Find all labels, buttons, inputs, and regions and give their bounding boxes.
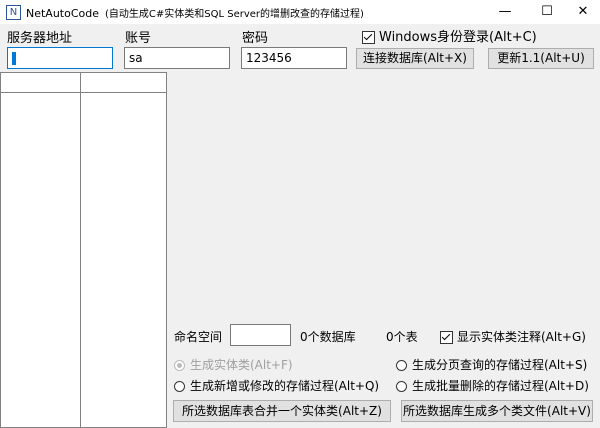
radio-batch-delete-circle-icon[interactable] (396, 381, 407, 392)
password-input[interactable]: 123456 (241, 47, 347, 69)
table-count: 0个表 (386, 330, 418, 344)
window-title-subtitle: (自动生成C#实体类和SQL Server的增删改查的存储过程) (105, 9, 364, 20)
radio-paging-label: 生成分页查询的存储过程(Alt+S) (412, 358, 588, 372)
connect-database-button[interactable]: 连接数据库(Alt+X) (356, 48, 474, 69)
close-button[interactable]: ✕ (566, 0, 600, 24)
merge-entity-button[interactable]: 所选数据库表合并一个实体类(Alt+Z) (173, 400, 391, 422)
radio-generate-entity[interactable]: 生成实体类(Alt+F) (174, 356, 293, 373)
table-list[interactable] (80, 72, 167, 428)
radio-paging-circle-icon[interactable] (396, 360, 407, 371)
app-icon: N (6, 5, 21, 20)
radio-insert-update-label: 生成新增或修改的存储过程(Alt+Q) (190, 379, 380, 393)
table-list-header[interactable] (81, 73, 166, 93)
server-label: 服务器地址 (7, 31, 73, 46)
multi-class-files-button[interactable]: 所选数据库生成多个类文件(Alt+V) (401, 400, 593, 422)
radio-batch-delete-label: 生成批量删除的存储过程(Alt+D) (412, 379, 589, 393)
windows-auth-checkbox[interactable]: Windows身份登录(Alt+C) (362, 26, 537, 45)
radio-entity-circle-icon[interactable] (174, 360, 185, 371)
show-comments-label: 显示实体类注释(Alt+G) (457, 330, 586, 344)
radio-entity-label: 生成实体类(Alt+F) (190, 358, 293, 372)
update-button[interactable]: 更新1.1(Alt+U) (488, 48, 594, 69)
account-input[interactable]: sa (124, 47, 230, 69)
database-list-header[interactable] (1, 73, 81, 93)
minimize-button[interactable]: — (488, 0, 522, 24)
show-comments-checkbox[interactable]: 显示实体类注释(Alt+G) (440, 328, 586, 345)
text-caret (12, 52, 16, 65)
window-title: NetAutoCode (自动生成C#实体类和SQL Server的增删改查的存储… (26, 5, 364, 20)
server-address-input[interactable] (7, 47, 113, 69)
radio-generate-batch-delete-proc[interactable]: 生成批量删除的存储过程(Alt+D) (396, 377, 589, 394)
radio-generate-paging-proc[interactable]: 生成分页查询的存储过程(Alt+S) (396, 356, 587, 373)
title-bar[interactable]: N NetAutoCode (自动生成C#实体类和SQL Server的增删改查的… (0, 0, 600, 24)
window-title-name: NetAutoCode (26, 7, 100, 20)
radio-insert-update-circle-icon[interactable] (174, 381, 185, 392)
radio-generate-insert-update-proc[interactable]: 生成新增或修改的存储过程(Alt+Q) (174, 377, 379, 394)
maximize-button[interactable]: ☐ (530, 0, 564, 24)
show-comments-check-icon[interactable] (440, 331, 453, 344)
database-list[interactable] (0, 72, 82, 428)
namespace-input[interactable] (230, 324, 291, 346)
database-count: 0个数据库 (300, 330, 356, 344)
account-value: sa (129, 51, 143, 65)
password-label: 密码 (242, 31, 269, 46)
namespace-label: 命名空间 (174, 330, 223, 344)
password-value: 123456 (246, 51, 292, 65)
windows-auth-label: Windows身份登录(Alt+C) (379, 30, 537, 45)
windows-auth-check-icon[interactable] (362, 31, 375, 44)
account-label: 账号 (125, 31, 152, 46)
